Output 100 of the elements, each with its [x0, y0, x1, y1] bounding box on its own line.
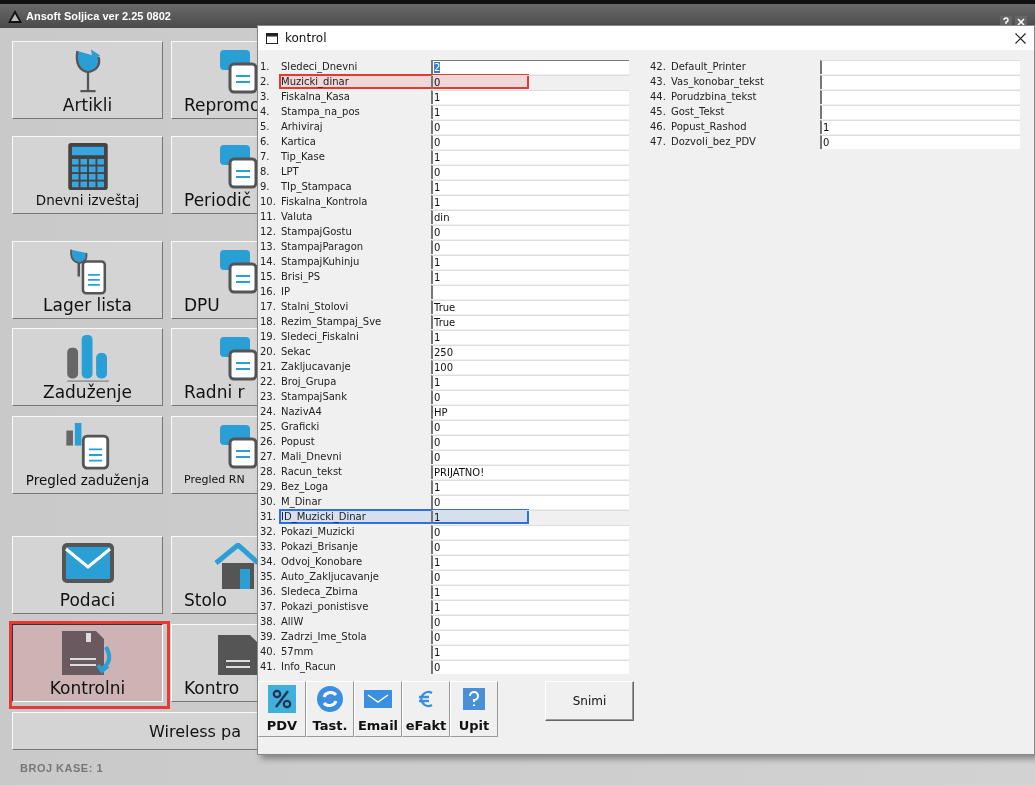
toolbar-button[interactable]: Email — [354, 681, 402, 737]
value-field[interactable]: 0 — [431, 494, 629, 509]
setting-number: 13. — [260, 241, 277, 252]
close-icon[interactable] — [1015, 32, 1026, 44]
setting-number: 11. — [260, 211, 277, 222]
value-field[interactable]: 1 — [431, 269, 629, 284]
launcher-button[interactable]: Dnevni izveštaj — [12, 136, 163, 214]
value-field[interactable]: 0 — [431, 614, 629, 629]
launcher-button[interactable]: Pregled zaduženja — [12, 416, 163, 494]
setting-number: 28. — [260, 466, 277, 477]
save-button[interactable]: Snimi — [545, 681, 634, 721]
value-field[interactable]: 1 — [431, 584, 629, 599]
value-field[interactable]: 0 — [431, 449, 629, 464]
setting-number: 1. — [260, 61, 271, 72]
setting-number: 23. — [260, 391, 277, 402]
setting-number: 19. — [260, 331, 277, 342]
toolbar-button[interactable]: eFakt — [402, 681, 450, 737]
value-field[interactable]: 0 — [431, 539, 629, 554]
value-field[interactable]: 1 — [431, 644, 629, 659]
value-field[interactable]: True — [431, 299, 629, 314]
value-field[interactable] — [820, 89, 1020, 104]
value-field[interactable]: 1 — [431, 599, 629, 614]
value-field[interactable]: 0 — [431, 164, 629, 179]
value-field[interactable]: 0 — [431, 434, 629, 449]
value-field[interactable]: 1 — [431, 104, 629, 119]
value-field[interactable]: 1 — [820, 119, 1020, 134]
floppy-disk-icon — [61, 631, 114, 675]
value-field[interactable]: 1 — [431, 509, 629, 524]
value-field[interactable]: 1 — [431, 254, 629, 269]
setting-number: 27. — [260, 451, 277, 462]
setting-name: NazivA4 — [281, 406, 323, 417]
value-field[interactable]: 1 — [431, 179, 629, 194]
setting-name: AllW — [281, 616, 305, 627]
value-field[interactable]: 1 — [431, 89, 629, 104]
toolbar-button[interactable]: Tast. — [306, 681, 354, 737]
setting-number: 5. — [260, 121, 271, 132]
envelope-icon — [61, 543, 114, 583]
launcher-button[interactable]: Lager lista — [12, 241, 163, 319]
value-field[interactable]: 0 — [431, 134, 629, 149]
value-field[interactable]: 0 — [431, 74, 629, 89]
toolbar-button[interactable]: Upit — [450, 681, 498, 737]
value-field[interactable]: 100 — [431, 359, 629, 374]
setting-name: Porudzbina_tekst — [671, 91, 758, 102]
value-field[interactable]: 0 — [820, 134, 1020, 149]
setting-name: Arhiviraj — [281, 121, 324, 132]
setting-number: 32. — [260, 526, 277, 537]
setting-name: Default_Printer — [671, 61, 747, 72]
setting-number: 14. — [260, 256, 277, 267]
value-field[interactable]: 0 — [431, 224, 629, 239]
value-field[interactable]: 1 — [431, 479, 629, 494]
value-field[interactable] — [820, 104, 1020, 119]
value-field[interactable]: din — [431, 209, 629, 224]
envelope-icon — [364, 690, 392, 708]
setting-number: 41. — [260, 661, 277, 672]
value-field[interactable] — [431, 284, 629, 299]
value-field[interactable]: PRIJATNO! — [431, 464, 629, 479]
window-title: Ansoft Soljica ver 2.25 0802 — [26, 10, 171, 22]
value-field[interactable]: 2 — [431, 59, 629, 74]
value-field[interactable]: 0 — [431, 569, 629, 584]
setting-number: 3. — [260, 91, 271, 102]
setting-name: M_Dinar — [281, 496, 323, 507]
value-field[interactable]: 0 — [431, 389, 629, 404]
setting-number: 35. — [260, 571, 277, 582]
setting-number: 16. — [260, 286, 277, 297]
setting-number: 31. — [260, 511, 277, 522]
value-field[interactable]: 1 — [431, 194, 629, 209]
value-field[interactable]: 0 — [431, 419, 629, 434]
toolbar-button[interactable]: PDV — [258, 681, 306, 737]
value-field[interactable]: 0 — [431, 524, 629, 539]
setting-number: 6. — [260, 136, 271, 147]
value-field[interactable] — [820, 59, 1020, 74]
bar-chart-icon — [64, 335, 111, 382]
value-field[interactable]: 0 — [431, 629, 629, 644]
window-icon — [266, 32, 278, 44]
value-field[interactable]: 1 — [431, 149, 629, 164]
launcher-button[interactable]: Zaduženje — [12, 328, 163, 406]
launcher-button[interactable]: Podaci — [12, 536, 163, 614]
value-field[interactable]: 0 — [431, 239, 629, 254]
setting-number: 26. — [260, 436, 277, 447]
value-field[interactable]: HP — [431, 404, 629, 419]
launcher-button[interactable]: Artikli — [12, 41, 163, 119]
setting-number: 7. — [260, 151, 271, 162]
setting-number: 36. — [260, 586, 277, 597]
setting-name: Dozvoli_bez_PDV — [671, 136, 757, 147]
value-field[interactable]: 250 — [431, 344, 629, 359]
setting-number: 34. — [260, 556, 277, 567]
help-icon — [463, 688, 485, 710]
value-field[interactable]: 1 — [431, 329, 629, 344]
setting-name: Valuta — [281, 211, 314, 222]
value-field[interactable] — [820, 74, 1020, 89]
setting-name: Gost_Tekst — [671, 106, 726, 117]
setting-number: 10. — [260, 196, 277, 207]
setting-name: Popust_Rashod — [671, 121, 748, 132]
value-field[interactable]: 0 — [431, 659, 629, 674]
setting-number: 9. — [260, 181, 271, 192]
value-field[interactable]: 1 — [431, 374, 629, 389]
value-field[interactable]: 0 — [431, 119, 629, 134]
value-field[interactable]: True — [431, 314, 629, 329]
launcher-button[interactable]: Kontrolni — [12, 624, 163, 702]
value-field[interactable]: 1 — [431, 554, 629, 569]
